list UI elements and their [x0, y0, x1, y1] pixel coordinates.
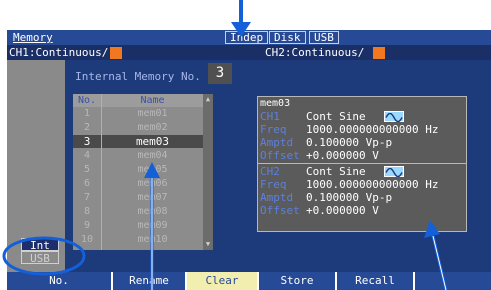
list-item-number: 2 [83, 122, 91, 133]
channel-status-bar: CH1:Continuous/ CH2:Continuous/ [7, 45, 491, 60]
ch2-waveform: Cont Sine [306, 165, 366, 178]
list-item-number: 1 [83, 108, 91, 119]
ch1-status: CH1:Continuous/ [9, 46, 109, 59]
memory-detail-panel: mem03 CH1 Cont Sine Freq 1000.0000000000… [257, 96, 467, 232]
softkey-no[interactable]: No. [7, 272, 111, 290]
list-item-number: 9 [83, 220, 91, 231]
softkey-blank[interactable] [415, 272, 491, 290]
list-item-name: mem05 [137, 164, 168, 175]
ch1-offset-row: Offset +0.000000 V [258, 149, 466, 162]
indep-indicator: Indep [225, 31, 269, 44]
list-item-number: 10 [80, 234, 94, 245]
list-item[interactable]: 1 mem01 [73, 107, 203, 120]
instrument-screen: Memory Indep Disk USB CH1:Continuous/ CH… [7, 30, 491, 290]
ch2-label: CH2 [260, 165, 280, 178]
list-item-number: 3 [83, 135, 91, 148]
sine-wave-icon [384, 111, 404, 123]
ch1-amptd-value: 0.100000 Vp-p [306, 136, 393, 149]
memory-list[interactable]: No. Name 1 mem01 2 mem02 3 mem03 4 mem04 5 mem05 6… [73, 94, 213, 250]
media-int[interactable]: Int [21, 238, 59, 252]
ch1-offset-label: Offset [260, 149, 300, 162]
list-item-name: mem09 [137, 220, 168, 231]
list-item[interactable]: 6 mem06 [73, 177, 203, 190]
column-header-no: No. [73, 94, 101, 107]
ch1-label: CH1 [260, 110, 280, 123]
list-item-number: 5 [83, 164, 91, 175]
ch1-waveform: Cont Sine [306, 110, 366, 123]
list-item-name: mem10 [137, 234, 168, 245]
header-bar: Memory Indep Disk USB [7, 30, 491, 45]
softkey-recall[interactable]: Recall [337, 272, 413, 290]
usb-indicator: USB [309, 31, 339, 44]
ch2-waveform-row: CH2 Cont Sine [258, 165, 466, 178]
ch2-freq-label: Freq [260, 178, 287, 191]
detail-name: mem03 [260, 98, 291, 109]
ch2-amptd-row: Amptd 0.100000 Vp-p [258, 191, 466, 204]
list-scrollbar[interactable]: ▲ ▼ [203, 94, 213, 250]
scroll-up-icon[interactable]: ▲ [204, 95, 212, 103]
memory-number-label: Internal Memory No. [75, 70, 201, 83]
ch2-output-indicator [373, 47, 385, 59]
list-item-number: 4 [83, 150, 91, 161]
detail-divider [258, 163, 466, 164]
ch1-amptd-row: Amptd 0.100000 Vp-p [258, 136, 466, 149]
list-item-name: mem08 [137, 206, 168, 217]
softkey-store[interactable]: Store [259, 272, 335, 290]
ch2-freq-row: Freq 1000.000000000000 Hz [258, 178, 466, 191]
ch1-waveform-row: CH1 Cont Sine [258, 110, 466, 123]
sine-wave-icon [384, 166, 404, 178]
ch2-status: CH2:Continuous/ [265, 46, 365, 59]
ch2-amptd-value: 0.100000 Vp-p [306, 191, 393, 204]
softkey-bar: No. Rename Clear Store Recall [7, 272, 491, 290]
memory-number-field[interactable]: 3 [208, 63, 232, 84]
disk-indicator: Disk [269, 31, 306, 44]
softkey-rename[interactable]: Rename [113, 272, 185, 290]
list-item[interactable]: 9 mem09 [73, 219, 203, 232]
ch1-freq-value: 1000.000000000000 Hz [306, 123, 439, 136]
list-item-number: 7 [83, 192, 91, 203]
list-item-number: 6 [83, 178, 91, 189]
ch2-freq-value: 1000.000000000000 Hz [306, 178, 439, 191]
ch1-amptd-label: Amptd [260, 136, 294, 149]
list-item-selected[interactable]: 3 mem03 [73, 135, 203, 148]
list-item-name: mem04 [137, 150, 168, 161]
ch1-offset-value: +0.000000 V [306, 149, 379, 162]
media-usb[interactable]: USB [21, 251, 59, 265]
list-item-name: mem03 [135, 135, 170, 148]
ch2-amptd-label: Amptd [260, 191, 294, 204]
softkey-clear[interactable]: Clear [187, 272, 257, 290]
ch2-offset-row: Offset +0.000000 V [258, 204, 466, 217]
list-item[interactable]: 5 mem05 [73, 163, 203, 176]
list-item-name: mem07 [137, 192, 168, 203]
list-item[interactable]: 10 mem10 [73, 233, 203, 246]
list-item[interactable]: 7 mem07 [73, 191, 203, 204]
list-item[interactable]: 8 mem08 [73, 205, 203, 218]
ch2-offset-label: Offset [260, 204, 300, 217]
ch2-offset-value: +0.000000 V [306, 204, 379, 217]
list-item[interactable]: 2 mem02 [73, 121, 203, 134]
ch1-freq-row: Freq 1000.000000000000 Hz [258, 123, 466, 136]
list-item-name: mem02 [137, 122, 168, 133]
list-item-name: mem06 [137, 178, 168, 189]
ch1-freq-label: Freq [260, 123, 287, 136]
column-header-name: Name [102, 94, 203, 107]
list-divider [101, 94, 102, 250]
ch1-output-indicator [110, 47, 122, 59]
list-item-number: 8 [83, 206, 91, 217]
list-item-name: mem01 [137, 108, 168, 119]
scroll-down-icon[interactable]: ▼ [204, 240, 212, 248]
list-item[interactable]: 4 mem04 [73, 149, 203, 162]
screen-title: Memory [13, 31, 53, 44]
media-selector[interactable]: Int USB [21, 238, 59, 265]
